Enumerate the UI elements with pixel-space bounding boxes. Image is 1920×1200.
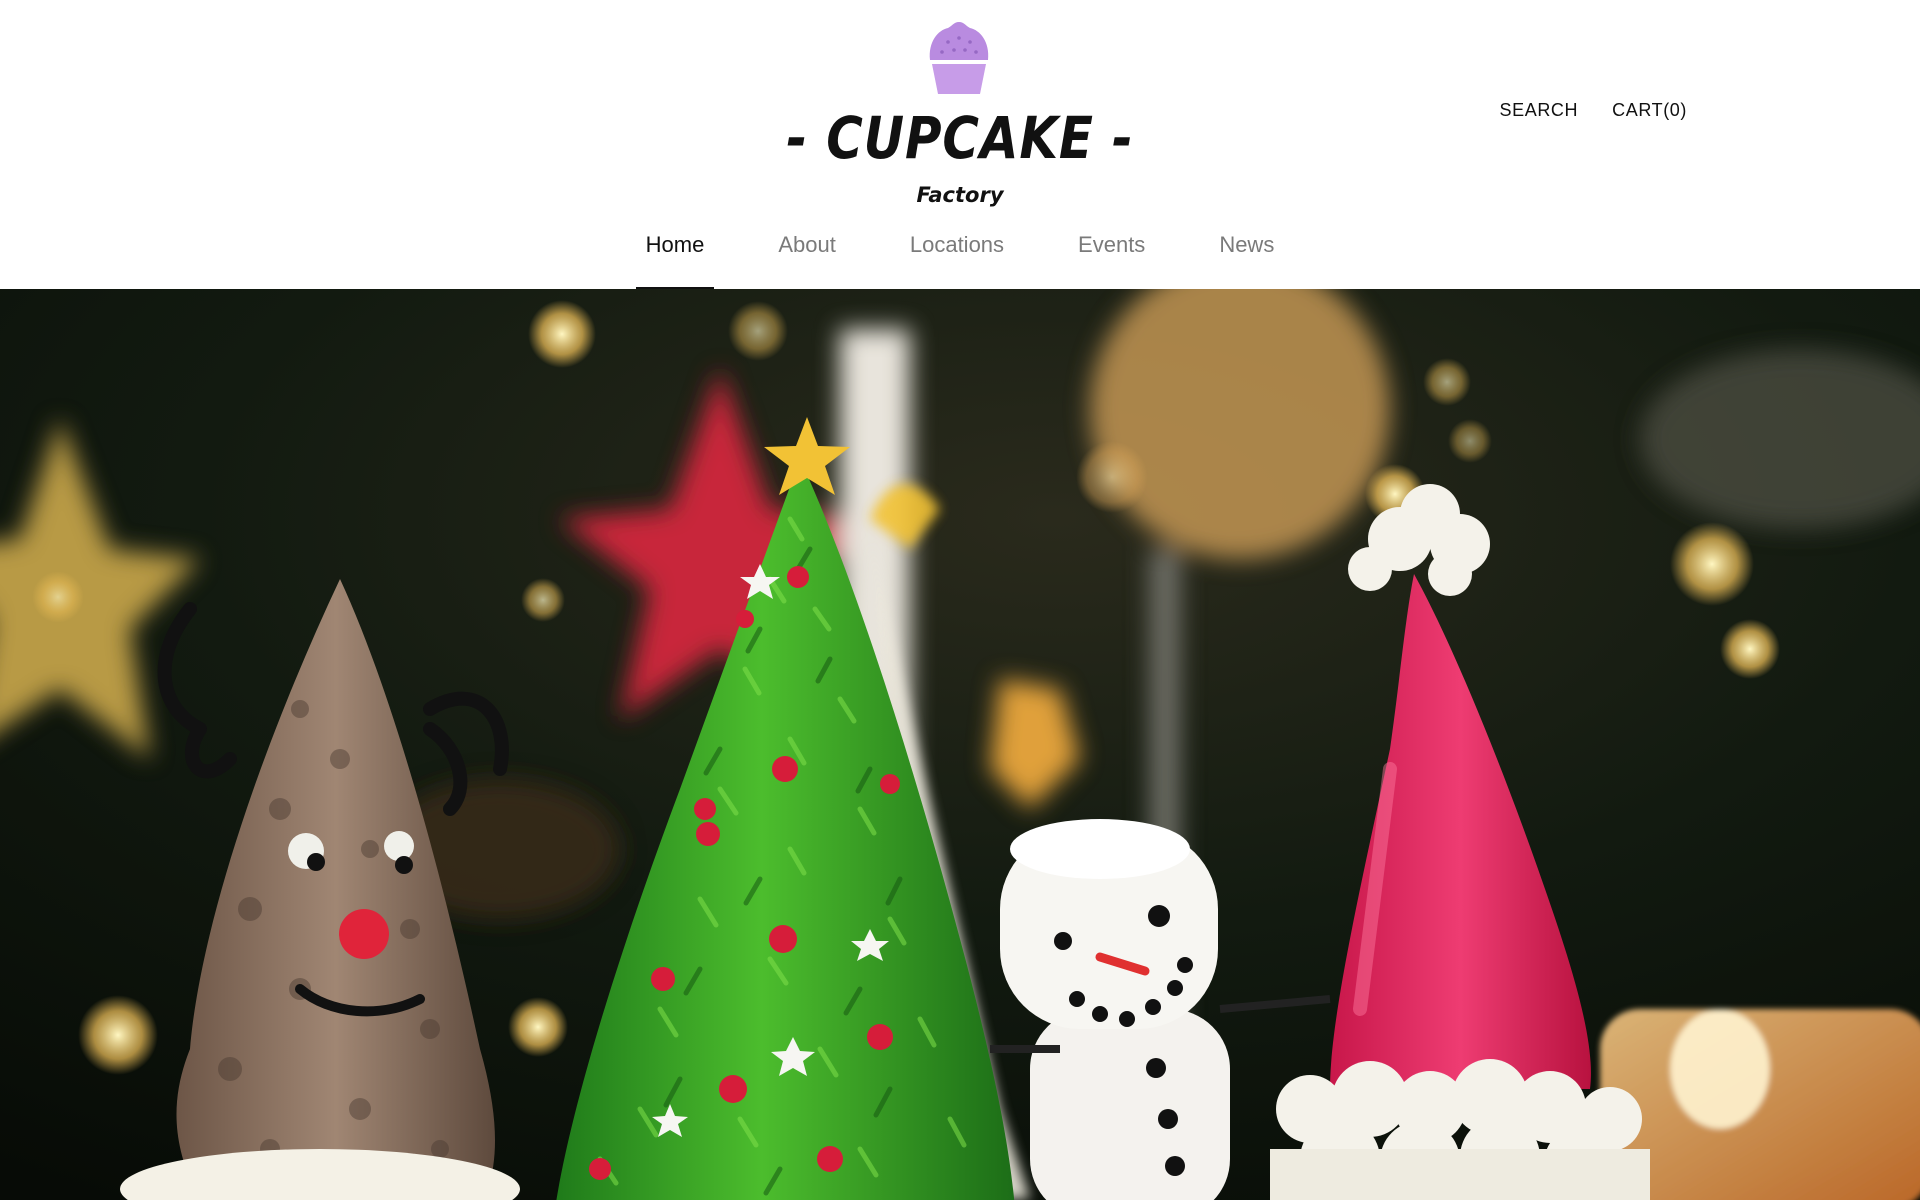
- cupcake-icon: [929, 22, 989, 94]
- brand-subtitle: Factory: [916, 183, 1004, 207]
- site-header: - CUPCAKE - Factory SEARCH CART(0) Home …: [0, 0, 1920, 290]
- nav-item-news[interactable]: News: [1209, 228, 1284, 278]
- hero-image: [0, 289, 1920, 1200]
- hero-illustration: [0, 289, 1920, 1200]
- utility-nav: SEARCH CART(0): [1500, 98, 1688, 122]
- nav-item-locations[interactable]: Locations: [900, 228, 1014, 278]
- nav-item-about[interactable]: About: [768, 228, 846, 278]
- main-nav: Home About Locations Events News: [0, 228, 1920, 290]
- nav-item-events[interactable]: Events: [1068, 228, 1155, 278]
- nav-item-home[interactable]: Home: [635, 228, 715, 290]
- search-link[interactable]: SEARCH: [1500, 98, 1579, 122]
- cart-link[interactable]: CART(0): [1612, 98, 1687, 122]
